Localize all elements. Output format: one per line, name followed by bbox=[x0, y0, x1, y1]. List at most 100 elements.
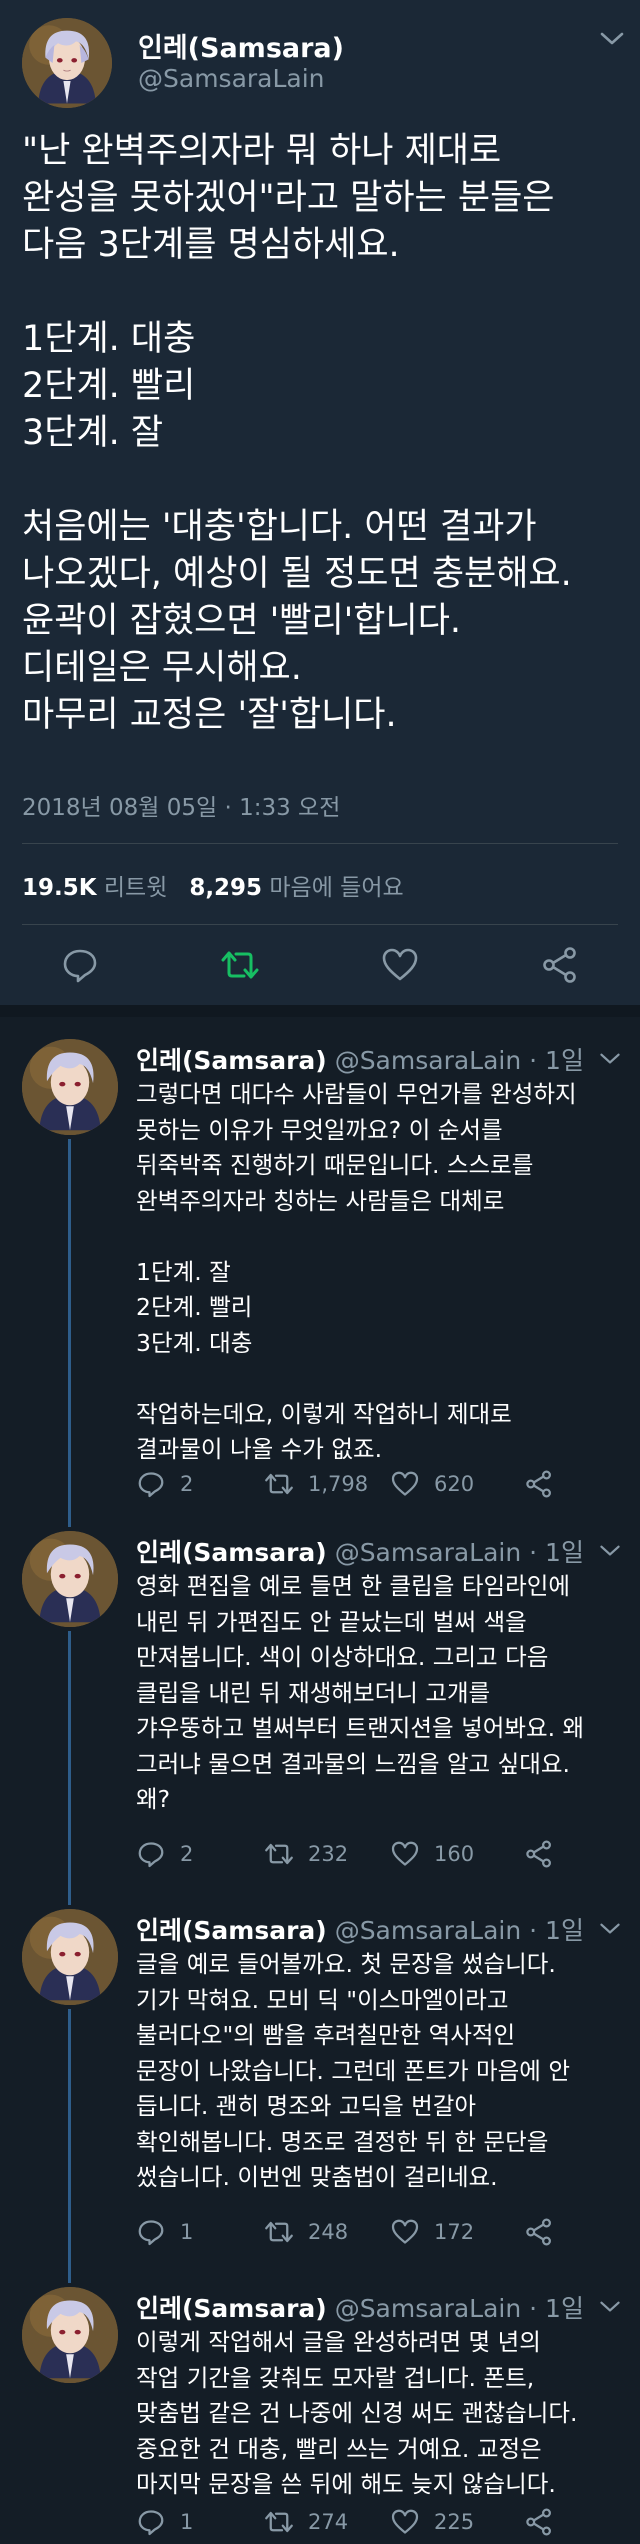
avatar-image bbox=[22, 1909, 118, 2005]
reply-button[interactable]: 2 bbox=[136, 1467, 193, 1501]
tweet-actions bbox=[0, 945, 640, 989]
share-button[interactable] bbox=[524, 2505, 554, 2539]
reply-text-line: 내린 뒤 가편집도 안 끝났는데 벌써 색을 bbox=[136, 1607, 527, 1636]
reply-text-line: 뒤죽박죽 진행하기 때문입니다. 스스로를 bbox=[136, 1151, 534, 1179]
like-icon bbox=[391, 1471, 419, 1496]
reply-text-line: 결과물이 나올 수가 없죠. bbox=[136, 1435, 383, 1463]
retweet-button[interactable]: 274 bbox=[264, 2505, 348, 2539]
reply-header: 인레(Samsara) @SamsaraLain · 1일 bbox=[136, 2289, 584, 2325]
reply-tweet[interactable]: 인레(Samsara) @SamsaraLain · 1일 그렇다면 대다수 사… bbox=[0, 1017, 640, 1509]
reply-actions: 1 274 225 bbox=[136, 2505, 616, 2539]
reply-text-line: 그러냐 물으면 결과물의 느낌을 알고 싶대요. bbox=[136, 1749, 570, 1778]
reply-button[interactable]: 2 bbox=[136, 1837, 193, 1871]
tweet-text-line: 완성을 못하겠어"라고 말하는 분들은 bbox=[22, 178, 555, 218]
reply-header: 인레(Samsara) @SamsaraLain · 1일 bbox=[136, 1533, 584, 1569]
tweet-stats: 19.5K 리트윗 8,295 마음에 들어요 bbox=[22, 868, 404, 902]
retweet-icon bbox=[265, 2221, 293, 2243]
thread-line bbox=[68, 1887, 71, 1905]
avatar[interactable] bbox=[22, 1039, 118, 1135]
reply-tweet[interactable]: 인레(Samsara) @SamsaraLain · 1일 글을 예로 들어볼까… bbox=[0, 1887, 640, 2265]
share-icon[interactable] bbox=[540, 945, 580, 985]
tweet-text-line: 2단계. 빨리 bbox=[22, 366, 196, 406]
chevron-down-icon[interactable] bbox=[598, 1543, 622, 1559]
author-handle[interactable]: @SamsaraLain · 1일 bbox=[335, 1538, 584, 1567]
tweet-text-line: 나오겠다, 예상이 될 정도면 충분해요. bbox=[22, 554, 572, 594]
reply-icon[interactable] bbox=[60, 945, 100, 985]
avatar[interactable] bbox=[22, 18, 112, 108]
thread-line bbox=[68, 2009, 71, 2265]
tweet-text-line: 처음에는 '대충'합니다. 어떤 결과가 bbox=[22, 507, 537, 547]
reply-text-line: 마지막 문장을 쓴 뒤에 해도 늦지 않습니다. bbox=[136, 2470, 556, 2498]
reply-tweet[interactable]: 인레(Samsara) @SamsaraLain · 1일 영화 편집을 예로 … bbox=[0, 1509, 640, 1887]
like-button[interactable]: 160 bbox=[390, 1837, 474, 1871]
reply-header: 인레(Samsara) @SamsaraLain · 1일 bbox=[136, 1041, 584, 1077]
avatar-image bbox=[22, 1039, 118, 1135]
reply-text-line: 썼습니다. 이번엔 맞춤법이 걸리네요. bbox=[136, 2163, 498, 2191]
reply-text-line: 문장이 나왔습니다. 그런데 폰트가 마음에 안 bbox=[136, 2056, 570, 2085]
author-name[interactable]: 인레(Samsara) bbox=[138, 26, 344, 65]
tweet-text-line: 디테일은 무시해요. bbox=[22, 648, 302, 688]
reply-actions: 1 248 172 bbox=[136, 2215, 616, 2249]
like-button[interactable]: 172 bbox=[390, 2215, 474, 2249]
retweet-count: 248 bbox=[308, 2220, 349, 2244]
reply-tweet[interactable]: 인레(Samsara) @SamsaraLain · 1일 이렇게 작업해서 글… bbox=[0, 2265, 640, 2544]
likes-count[interactable]: 8,295 bbox=[189, 875, 262, 901]
reply-text-line: 글을 예로 들어볼까요. 첫 문장을 썼습니다. bbox=[136, 1950, 556, 1978]
share-icon bbox=[526, 1470, 551, 1498]
avatar[interactable] bbox=[22, 2287, 118, 2383]
reply-actions: 2 232 160 bbox=[136, 1837, 616, 1871]
tweet-timestamp[interactable]: 2018년 08월 05일 · 1:33 오전 bbox=[22, 788, 340, 822]
tweet-text-line: 마무리 교정은 '잘'합니다. bbox=[22, 695, 397, 735]
avatar[interactable] bbox=[22, 1531, 118, 1627]
author-name[interactable]: 인레(Samsara) bbox=[136, 2294, 327, 2323]
like-count: 225 bbox=[434, 2510, 475, 2534]
share-button[interactable] bbox=[524, 1467, 554, 1501]
reply-count: 1 bbox=[180, 2220, 194, 2244]
share-icon bbox=[526, 2508, 551, 2536]
reply-text-line: 작업 기간을 갖춰도 모자랄 겁니다. 폰트, bbox=[136, 2363, 535, 2392]
author-name[interactable]: 인레(Samsara) bbox=[136, 1538, 327, 1567]
reply-count: 1 bbox=[180, 2510, 194, 2534]
retweet-button[interactable]: 232 bbox=[264, 1837, 348, 1871]
avatar-image bbox=[22, 1531, 118, 1627]
avatar[interactable] bbox=[22, 1909, 118, 2005]
reply-button[interactable]: 1 bbox=[136, 2505, 193, 2539]
author-handle[interactable]: @SamsaraLain · 1일 bbox=[335, 1916, 584, 1945]
reply-text-line: 못하는 이유가 무엇일까요? 이 순서를 bbox=[136, 1115, 503, 1144]
reply-text-line: 영화 편집을 예로 들면 한 클립을 타임라인에 bbox=[136, 1572, 570, 1600]
retweet-button[interactable]: 1,798 bbox=[264, 1467, 368, 1501]
chevron-down-icon[interactable] bbox=[598, 30, 626, 48]
chevron-down-icon[interactable] bbox=[598, 1051, 622, 1067]
like-button[interactable]: 225 bbox=[390, 2505, 474, 2539]
author-name[interactable]: 인레(Samsara) bbox=[136, 1046, 327, 1075]
reply-button[interactable]: 1 bbox=[136, 2215, 193, 2249]
author-handle[interactable]: @SamsaraLain · 1일 bbox=[335, 1046, 584, 1075]
thread-line bbox=[68, 2265, 71, 2283]
author-handle[interactable]: @SamsaraLain bbox=[138, 64, 325, 93]
reply-text-line: 클립을 내린 뒤 재생해보더니 고개를 bbox=[136, 1678, 491, 1707]
reply-text-gap bbox=[136, 1361, 626, 1397]
tweet-text-line: 윤곽이 잡혔으면 '빨리'합니다. bbox=[22, 601, 462, 641]
chevron-down-icon[interactable] bbox=[598, 2299, 622, 2315]
share-button[interactable] bbox=[524, 2215, 554, 2249]
thread-line bbox=[68, 1509, 71, 1527]
chevron-down-icon[interactable] bbox=[598, 1921, 622, 1937]
author-name[interactable]: 인레(Samsara) bbox=[136, 1916, 327, 1945]
reply-text-line: 불러다오"의 빰을 후려칠만한 역사적인 bbox=[136, 2021, 516, 2049]
retweets-count[interactable]: 19.5K bbox=[22, 875, 97, 901]
likes-label[interactable]: 마음에 들어요 bbox=[269, 875, 403, 901]
author-handle[interactable]: @SamsaraLain · 1일 bbox=[335, 2294, 584, 2323]
avatar-image bbox=[22, 18, 112, 108]
like-button[interactable]: 620 bbox=[390, 1467, 474, 1501]
like-icon[interactable] bbox=[380, 945, 420, 985]
reply-header: 인레(Samsara) @SamsaraLain · 1일 bbox=[136, 1911, 584, 1947]
retweet-button[interactable]: 248 bbox=[264, 2215, 348, 2249]
share-button[interactable] bbox=[524, 1837, 554, 1871]
retweet-icon[interactable] bbox=[220, 945, 260, 985]
like-count: 160 bbox=[434, 1842, 475, 1866]
retweet-count: 274 bbox=[308, 2510, 349, 2534]
reply-count: 2 bbox=[180, 1842, 194, 1866]
reply-icon bbox=[138, 2220, 164, 2246]
reply-text-line: 작업하는데요, 이렇게 작업하니 제대로 bbox=[136, 1399, 512, 1428]
retweets-label[interactable]: 리트윗 bbox=[104, 875, 167, 901]
